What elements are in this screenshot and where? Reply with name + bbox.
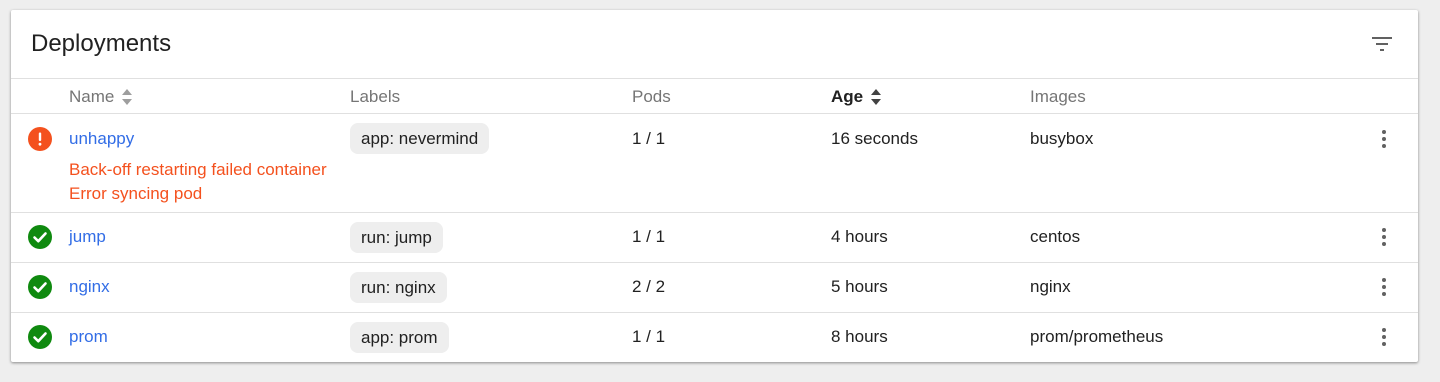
deployment-name-link[interactable]: nginx [69, 277, 110, 297]
card-header: Deployments [11, 10, 1418, 79]
deployment-name-link[interactable]: unhappy [69, 129, 134, 149]
deployments-table: Name Labels Pods Age Images unhappy Back… [11, 79, 1418, 362]
row-actions-button[interactable] [1372, 275, 1396, 299]
images-value: busybox [1030, 129, 1094, 148]
table-row: nginx run: nginx 2 / 2 5 hours nginx [11, 263, 1418, 313]
sort-icon [122, 89, 133, 105]
label-chip: run: nginx [350, 272, 447, 303]
deployment-name-link[interactable]: jump [69, 227, 106, 247]
column-header-pods: Pods [632, 87, 671, 106]
filter-button[interactable] [1368, 30, 1396, 58]
pods-value: 1 / 1 [632, 327, 666, 346]
filter-list-icon [1372, 37, 1392, 51]
more-vert-icon [1382, 130, 1386, 148]
error-message: Error syncing pod [69, 184, 203, 203]
label-chip: app: nevermind [350, 123, 490, 154]
pods-value: 2 / 2 [632, 277, 666, 296]
check-circle-icon [28, 325, 52, 349]
check-circle-icon [28, 275, 52, 299]
images-value: prom/prometheus [1030, 327, 1164, 346]
more-vert-icon [1382, 328, 1386, 346]
label-chip: run: jump [350, 222, 443, 253]
age-value: 4 hours [831, 227, 888, 246]
deployment-name-link[interactable]: prom [69, 327, 108, 347]
row-actions-button[interactable] [1372, 127, 1396, 151]
table-row: prom app: prom 1 / 1 8 hours prom/promet… [11, 313, 1418, 362]
sort-icon [871, 89, 882, 105]
column-header-labels: Labels [350, 87, 401, 106]
images-value: centos [1030, 227, 1081, 246]
card-title: Deployments [31, 30, 172, 57]
table-row: unhappy Back-off restarting failed conta… [11, 114, 1418, 213]
deployments-card: Deployments Name Labels Pods Age Images … [11, 10, 1418, 362]
more-vert-icon [1382, 228, 1386, 246]
column-header-age[interactable]: Age [831, 87, 882, 107]
column-header-images: Images [1030, 87, 1086, 106]
age-value: 8 hours [831, 327, 888, 346]
images-value: nginx [1030, 277, 1071, 296]
age-value: 5 hours [831, 277, 888, 296]
pods-value: 1 / 1 [632, 227, 666, 246]
table-header: Name Labels Pods Age Images [11, 79, 1418, 114]
row-actions-button[interactable] [1372, 225, 1396, 249]
pods-value: 1 / 1 [632, 129, 666, 148]
more-vert-icon [1382, 278, 1386, 296]
age-value: 16 seconds [831, 129, 918, 148]
error-message: Back-off restarting failed container [69, 160, 327, 179]
check-circle-icon [28, 225, 52, 249]
row-actions-button[interactable] [1372, 325, 1396, 349]
error-icon [28, 127, 52, 151]
table-row: jump run: jump 1 / 1 4 hours centos [11, 213, 1418, 263]
column-header-name[interactable]: Name [69, 87, 133, 107]
label-chip: app: prom [350, 322, 449, 353]
